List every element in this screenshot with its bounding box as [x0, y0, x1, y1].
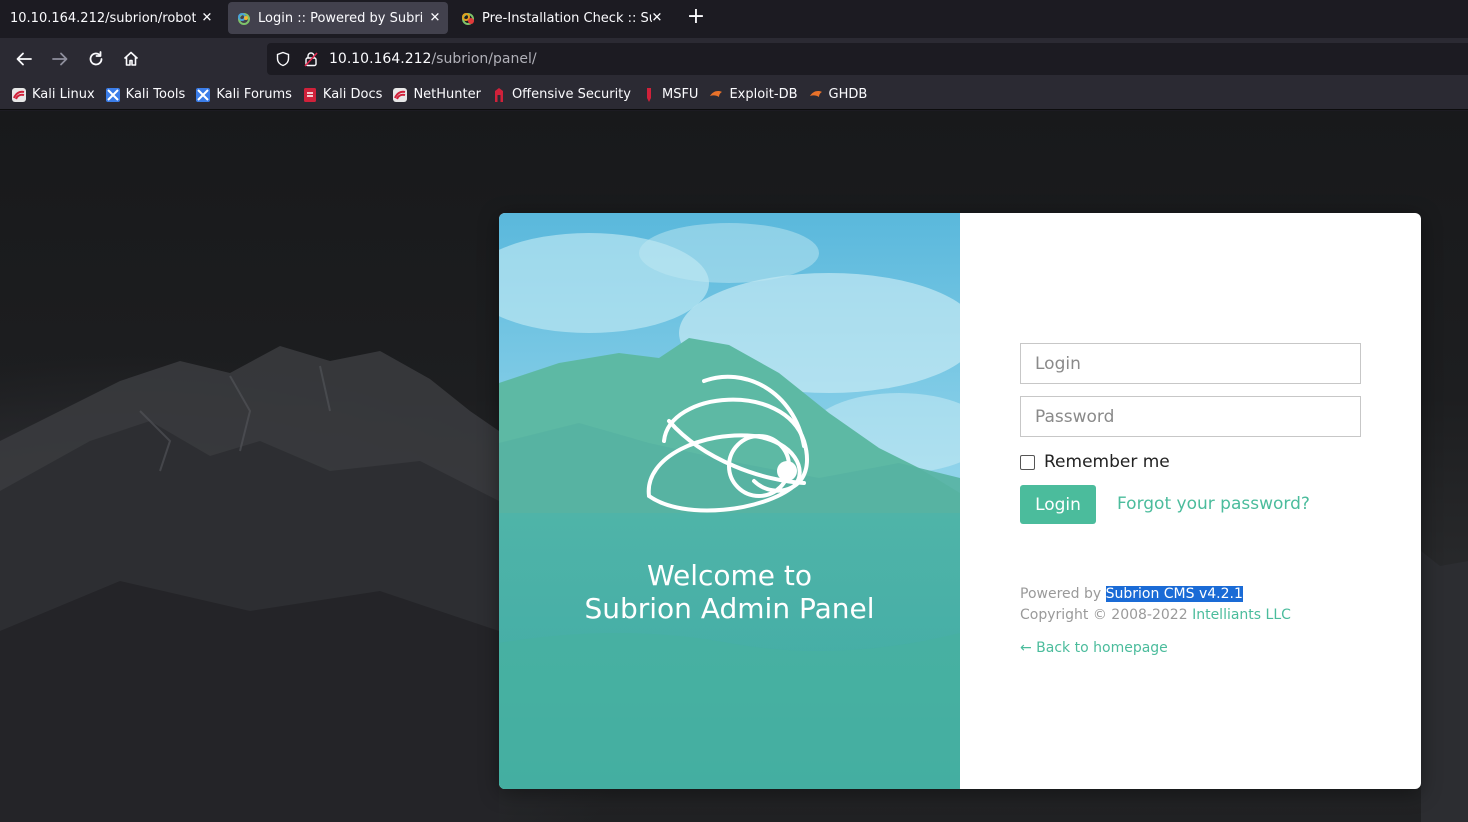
login-form-panel: Remember me Login Forgot your password? …	[960, 213, 1421, 789]
shield-icon[interactable]	[275, 51, 291, 67]
welcome-heading: Welcome to Subrion Admin Panel	[499, 559, 960, 625]
subrion-favicon-icon	[462, 13, 474, 25]
remember-me-checkbox[interactable]	[1020, 454, 1035, 470]
bookmarks-toolbar: Kali Linux Kali Tools Kali Forums Kali D…	[0, 80, 1468, 110]
tab-login[interactable]: Login :: Powered by Subrion ✕	[228, 2, 448, 34]
copyright: Copyright © 2008-2022 Intelliants LLC	[1020, 607, 1291, 623]
password-input[interactable]	[1020, 396, 1361, 437]
subrion-logo-icon	[646, 374, 809, 513]
bookmark-label: Offensive Security	[511, 87, 631, 102]
bookmark-label: GHDB	[828, 87, 868, 102]
msfu-icon	[646, 87, 651, 102]
back-to-homepage-link[interactable]: ← Back to homepage	[1020, 640, 1168, 656]
forgot-password-link[interactable]: Forgot your password?	[1117, 494, 1310, 514]
bookmark-label: Kali Docs	[322, 87, 383, 102]
welcome-line-1: Welcome to	[646, 559, 813, 592]
powered-by-prefix: Powered by	[1020, 586, 1106, 602]
login-button[interactable]: Login	[1020, 485, 1096, 524]
close-icon[interactable]: ✕	[200, 11, 214, 26]
offsec-icon	[494, 87, 503, 102]
reload-icon	[89, 51, 103, 66]
close-icon[interactable]: ✕	[650, 11, 664, 26]
url-bar[interactable]: 10.10.164.212/subrion/panel/	[267, 43, 1468, 75]
reload-button[interactable]	[85, 48, 107, 70]
tab-title: 10.10.164.212/subrion/robots.t	[10, 10, 196, 26]
ghdb-icon	[809, 90, 822, 97]
forward-button[interactable]	[49, 48, 71, 70]
bookmark-kali-docs[interactable]: Kali Docs	[302, 87, 383, 103]
login-card: Welcome to Subrion Admin Panel Remember …	[499, 213, 1421, 789]
bookmark-offensive-security[interactable]: Offensive Security	[491, 87, 631, 103]
remember-me[interactable]: Remember me	[1020, 452, 1170, 472]
bookmark-label: Kali Linux	[32, 87, 95, 102]
new-tab-button[interactable]: +	[686, 6, 706, 30]
bookmark-kali-forums[interactable]: Kali Forums	[195, 87, 292, 103]
subrion-favicon-icon	[238, 13, 250, 25]
bookmark-label: MSFU	[661, 87, 699, 102]
copyright-prefix: Copyright © 2008-2022	[1020, 607, 1193, 623]
kali-forums-icon	[196, 87, 211, 102]
tab-title: Login :: Powered by Subrion	[258, 10, 423, 26]
powered-by: Powered by Subrion CMS v4.2.1	[1020, 586, 1243, 602]
home-icon	[123, 51, 139, 66]
bookmark-label: NetHunter	[413, 87, 481, 102]
bookmark-label: Kali Forums	[216, 87, 292, 102]
remember-me-label[interactable]: Remember me	[1044, 452, 1170, 472]
kali-icon	[12, 87, 26, 102]
bookmark-nethunter[interactable]: NetHunter	[392, 87, 481, 103]
bookmark-label: Exploit-DB	[729, 87, 798, 102]
navigation-toolbar: 10.10.164.212/subrion/panel/	[0, 38, 1468, 80]
bookmark-msfu[interactable]: MSFU	[641, 87, 698, 103]
insecure-lock-icon[interactable]	[303, 51, 319, 67]
tab-preinstall[interactable]: Pre-Installation Check :: Su ✕	[452, 0, 670, 36]
home-button[interactable]	[120, 48, 142, 70]
close-icon[interactable]: ✕	[428, 11, 442, 26]
arrow-right-icon	[52, 52, 68, 66]
bookmark-ghdb[interactable]: GHDB	[808, 87, 868, 103]
exploit-db-icon	[710, 90, 723, 97]
bookmark-exploit-db[interactable]: Exploit-DB	[708, 87, 798, 103]
cms-version-link[interactable]: Subrion CMS v4.2.1	[1105, 586, 1243, 602]
tab-title: Pre-Installation Check :: Su	[482, 10, 652, 26]
login-input[interactable]	[1020, 343, 1361, 384]
bookmark-kali-tools[interactable]: Kali Tools	[105, 87, 186, 103]
back-button[interactable]	[13, 48, 35, 70]
arrow-left-icon	[16, 52, 32, 66]
nethunter-icon	[393, 87, 408, 102]
tab-strip: 10.10.164.212/subrion/robots.t ✕ Login :…	[0, 0, 1468, 38]
tab-robots[interactable]: 10.10.164.212/subrion/robots.t ✕	[0, 0, 220, 36]
page-background: Welcome to Subrion Admin Panel Remember …	[0, 111, 1468, 822]
kali-docs-icon	[303, 87, 316, 102]
welcome-line-2: Subrion Admin Panel	[584, 592, 875, 625]
bookmark-kali-linux[interactable]: Kali Linux	[11, 87, 95, 103]
url-text: 10.10.164.212/subrion/panel/	[329, 51, 537, 67]
bookmark-label: Kali Tools	[125, 87, 186, 102]
welcome-panel: Welcome to Subrion Admin Panel	[499, 213, 960, 789]
kali-tools-icon	[105, 87, 120, 102]
url-path: /subrion/panel/	[431, 51, 537, 67]
url-host: 10.10.164.212	[329, 51, 432, 67]
company-link[interactable]: Intelliants LLC	[1192, 607, 1291, 623]
